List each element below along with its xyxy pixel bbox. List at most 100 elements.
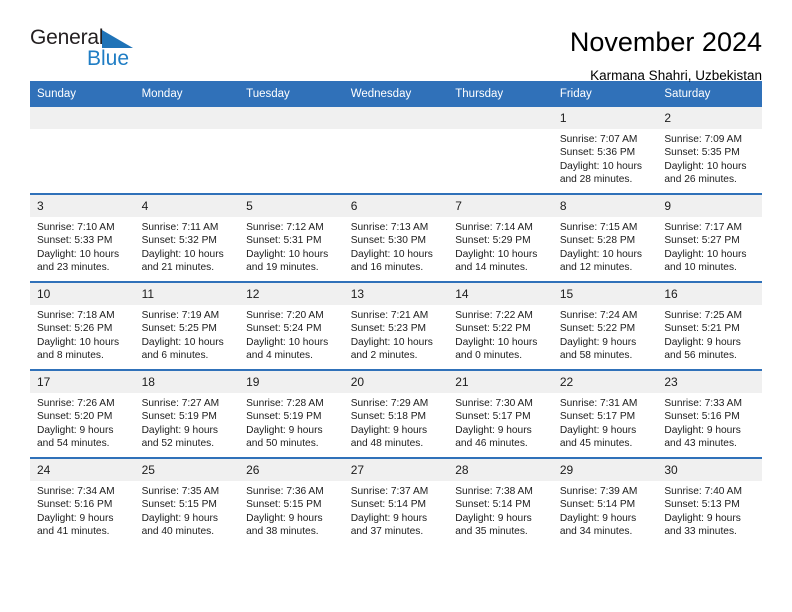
- daylight-text: Daylight: 10 hours and 2 minutes.: [350, 336, 433, 362]
- calendar-day-cell[interactable]: 25 Sunrise: 7:35 AM Sunset: 5:15 PM Dayligh…: [134, 457, 240, 545]
- day-number: 25: [134, 459, 240, 481]
- day-cell-inner: 6 Sunrise: 7:13 AM Sunset: 5:30 PM Daylight…: [343, 195, 449, 281]
- calendar-day-cell[interactable]: 11 Sunrise: 7:19 AM Sunset: 5:25 PM Dayligh…: [134, 281, 240, 370]
- sunset-text: Sunset: 5:19 PM: [141, 411, 217, 423]
- calendar-day-cell[interactable]: 12 Sunrise: 7:20 AM Sunset: 5:24 PM Dayligh…: [239, 281, 344, 370]
- day-details: Sunrise: 7:09 AM Sunset: 5:35 PM Daylight:…: [657, 129, 762, 187]
- day-number: [448, 107, 553, 129]
- daylight-text: Daylight: 10 hours and 0 minutes.: [455, 336, 538, 362]
- calendar-day-cell[interactable]: 22 Sunrise: 7:31 AM Sunset: 5:17 PM Dayligh…: [552, 369, 658, 458]
- day-cell-inner: 9 Sunrise: 7:17 AM Sunset: 5:27 PM Daylight…: [657, 195, 762, 281]
- calendar-week-row: 3 Sunrise: 7:10 AM Sunset: 5:33 PM Daylight…: [30, 193, 762, 282]
- calendar-day-cell[interactable]: 16 Sunrise: 7:25 AM Sunset: 5:21 PM Dayligh…: [657, 281, 762, 370]
- day-details: Sunrise: 7:07 AM Sunset: 5:36 PM Daylight:…: [553, 129, 658, 187]
- calendar-day-cell[interactable]: 13 Sunrise: 7:21 AM Sunset: 5:23 PM Dayligh…: [343, 281, 449, 370]
- sunset-text: Sunset: 5:35 PM: [664, 147, 740, 159]
- daylight-text: Daylight: 10 hours and 8 minutes.: [37, 336, 120, 362]
- sunrise-text: Sunrise: 7:12 AM: [246, 222, 324, 233]
- sunrise-text: Sunrise: 7:30 AM: [455, 398, 533, 409]
- sunrise-text: Sunrise: 7:37 AM: [350, 486, 429, 497]
- daylight-text: Daylight: 9 hours and 52 minutes.: [141, 424, 219, 450]
- sunset-text: Sunset: 5:25 PM: [141, 323, 217, 335]
- daylight-text: Daylight: 9 hours and 58 minutes.: [559, 336, 637, 362]
- calendar-day-cell[interactable]: 17 Sunrise: 7:26 AM Sunset: 5:20 PM Dayligh…: [30, 369, 135, 458]
- day-details: Sunrise: 7:31 AM Sunset: 5:17 PM Daylight:…: [553, 393, 658, 451]
- calendar-day-cell[interactable]: 19 Sunrise: 7:28 AM Sunset: 5:19 PM Dayligh…: [239, 369, 344, 458]
- day-details: Sunrise: 7:11 AM Sunset: 5:32 PM Daylight:…: [135, 217, 240, 275]
- sunrise-text: Sunrise: 7:09 AM: [664, 134, 742, 145]
- daylight-text: Daylight: 9 hours and 37 minutes.: [350, 512, 428, 538]
- calendar-week-row: 17 Sunrise: 7:26 AM Sunset: 5:20 PM Dayligh…: [30, 369, 762, 458]
- sunrise-text: Sunrise: 7:25 AM: [664, 310, 742, 321]
- day-details: Sunrise: 7:30 AM Sunset: 5:17 PM Daylight:…: [448, 393, 553, 451]
- day-details: Sunrise: 7:18 AM Sunset: 5:26 PM Daylight:…: [30, 305, 135, 363]
- day-number: 3: [30, 195, 135, 217]
- sunrise-sunset-calendar: Sunday Monday Tuesday Wednesday Thursday Frid…: [30, 81, 762, 545]
- calendar-day-cell[interactable]: 3 Sunrise: 7:10 AM Sunset: 5:33 PM Daylight…: [30, 193, 135, 282]
- daylight-text: Daylight: 10 hours and 19 minutes.: [246, 248, 329, 274]
- calendar-day-cell[interactable]: 27 Sunrise: 7:37 AM Sunset: 5:14 PM Dayligh…: [343, 457, 449, 545]
- calendar-day-cell[interactable]: 20 Sunrise: 7:29 AM Sunset: 5:18 PM Dayligh…: [343, 369, 449, 458]
- calendar-day-cell-empty: [134, 107, 240, 194]
- calendar-day-cell[interactable]: 2 Sunrise: 7:09 AM Sunset: 5:35 PM Daylight…: [657, 107, 762, 194]
- calendar-day-cell[interactable]: 23 Sunrise: 7:33 AM Sunset: 5:16 PM Dayligh…: [657, 369, 762, 458]
- day-details: Sunrise: 7:29 AM Sunset: 5:18 PM Daylight:…: [344, 393, 449, 451]
- daylight-text: Daylight: 10 hours and 14 minutes.: [455, 248, 538, 274]
- calendar-day-cell[interactable]: 24 Sunrise: 7:34 AM Sunset: 5:16 PM Dayligh…: [30, 457, 135, 545]
- title-block: November 2024 Karmana Shahri, Uzbekistan: [570, 26, 762, 85]
- calendar-day-cell[interactable]: 18 Sunrise: 7:27 AM Sunset: 5:19 PM Dayligh…: [134, 369, 240, 458]
- daylight-text: Daylight: 10 hours and 12 minutes.: [559, 248, 642, 274]
- calendar-day-cell-empty: [239, 107, 344, 194]
- calendar-day-cell[interactable]: 9 Sunrise: 7:17 AM Sunset: 5:27 PM Daylight…: [657, 193, 762, 282]
- sunrise-text: Sunrise: 7:24 AM: [559, 310, 638, 321]
- calendar-day-cell[interactable]: 1 Sunrise: 7:07 AM Sunset: 5:36 PM Daylight…: [552, 107, 658, 194]
- sunrise-text: Sunrise: 7:14 AM: [455, 222, 533, 233]
- day-details: Sunrise: 7:40 AM Sunset: 5:13 PM Daylight:…: [657, 481, 762, 539]
- page-subtitle: Karmana Shahri, Uzbekistan: [590, 68, 762, 83]
- day-number: 28: [448, 459, 553, 481]
- day-details: Sunrise: 7:27 AM Sunset: 5:19 PM Daylight:…: [135, 393, 240, 451]
- day-number: 13: [343, 283, 449, 305]
- calendar-day-cell-empty: [30, 107, 135, 194]
- sunrise-text: Sunrise: 7:07 AM: [559, 134, 638, 145]
- sunset-text: Sunset: 5:21 PM: [664, 323, 740, 335]
- sunrise-text: Sunrise: 7:40 AM: [664, 486, 742, 497]
- calendar-day-cell[interactable]: 28 Sunrise: 7:38 AM Sunset: 5:14 PM Dayligh…: [448, 457, 553, 545]
- calendar-day-cell[interactable]: 14 Sunrise: 7:22 AM Sunset: 5:22 PM Dayligh…: [448, 281, 553, 370]
- day-details: Sunrise: 7:10 AM Sunset: 5:33 PM Daylight:…: [30, 217, 135, 275]
- sunrise-text: Sunrise: 7:21 AM: [350, 310, 429, 321]
- calendar-day-cell[interactable]: 26 Sunrise: 7:36 AM Sunset: 5:15 PM Dayligh…: [239, 457, 344, 545]
- sunrise-text: Sunrise: 7:19 AM: [141, 310, 220, 321]
- sunrise-text: Sunrise: 7:29 AM: [350, 398, 429, 409]
- calendar-day-cell[interactable]: 5 Sunrise: 7:12 AM Sunset: 5:31 PM Daylight…: [239, 193, 344, 282]
- sunrise-text: Sunrise: 7:22 AM: [455, 310, 533, 321]
- day-cell-inner: 12 Sunrise: 7:20 AM Sunset: 5:24 PM Dayligh…: [239, 283, 344, 369]
- day-cell-inner: 28 Sunrise: 7:38 AM Sunset: 5:14 PM Dayligh…: [448, 459, 553, 545]
- sunset-text: Sunset: 5:16 PM: [37, 499, 113, 511]
- daylight-text: Daylight: 9 hours and 54 minutes.: [37, 424, 114, 450]
- sunrise-text: Sunrise: 7:39 AM: [559, 486, 638, 497]
- day-cell-inner: [343, 107, 449, 193]
- day-number: 16: [657, 283, 762, 305]
- sunset-text: Sunset: 5:30 PM: [350, 235, 427, 247]
- calendar-day-cell[interactable]: 4 Sunrise: 7:11 AM Sunset: 5:32 PM Daylight…: [134, 193, 240, 282]
- calendar-day-cell[interactable]: 29 Sunrise: 7:39 AM Sunset: 5:14 PM Dayligh…: [552, 457, 658, 545]
- calendar-day-cell[interactable]: 6 Sunrise: 7:13 AM Sunset: 5:30 PM Daylight…: [343, 193, 449, 282]
- day-cell-inner: 11 Sunrise: 7:19 AM Sunset: 5:25 PM Dayligh…: [134, 283, 240, 369]
- calendar-day-cell[interactable]: 15 Sunrise: 7:24 AM Sunset: 5:22 PM Dayligh…: [552, 281, 658, 370]
- daylight-text: Daylight: 9 hours and 50 minutes.: [246, 424, 323, 450]
- calendar-day-cell[interactable]: 30 Sunrise: 7:40 AM Sunset: 5:13 PM Dayligh…: [657, 457, 762, 545]
- general-blue-logo[interactable]: General Blue: [30, 26, 145, 72]
- daylight-text: Daylight: 9 hours and 38 minutes.: [246, 512, 323, 538]
- sunrise-text: Sunrise: 7:35 AM: [141, 486, 220, 497]
- day-cell-inner: 22 Sunrise: 7:31 AM Sunset: 5:17 PM Dayligh…: [552, 371, 658, 457]
- daylight-text: Daylight: 10 hours and 28 minutes.: [559, 160, 642, 186]
- day-number: 1: [552, 107, 658, 129]
- day-details: Sunrise: 7:13 AM Sunset: 5:30 PM Daylight:…: [344, 217, 449, 275]
- calendar-day-cell[interactable]: 8 Sunrise: 7:15 AM Sunset: 5:28 PM Daylight…: [552, 193, 658, 282]
- weekday-header-sunday: Sunday: [30, 81, 135, 107]
- calendar-day-cell[interactable]: 7 Sunrise: 7:14 AM Sunset: 5:29 PM Daylight…: [448, 193, 553, 282]
- calendar-day-cell[interactable]: 10 Sunrise: 7:18 AM Sunset: 5:26 PM Dayligh…: [30, 281, 135, 370]
- daylight-text: Daylight: 9 hours and 48 minutes.: [350, 424, 428, 450]
- calendar-day-cell[interactable]: 21 Sunrise: 7:30 AM Sunset: 5:17 PM Dayligh…: [448, 369, 553, 458]
